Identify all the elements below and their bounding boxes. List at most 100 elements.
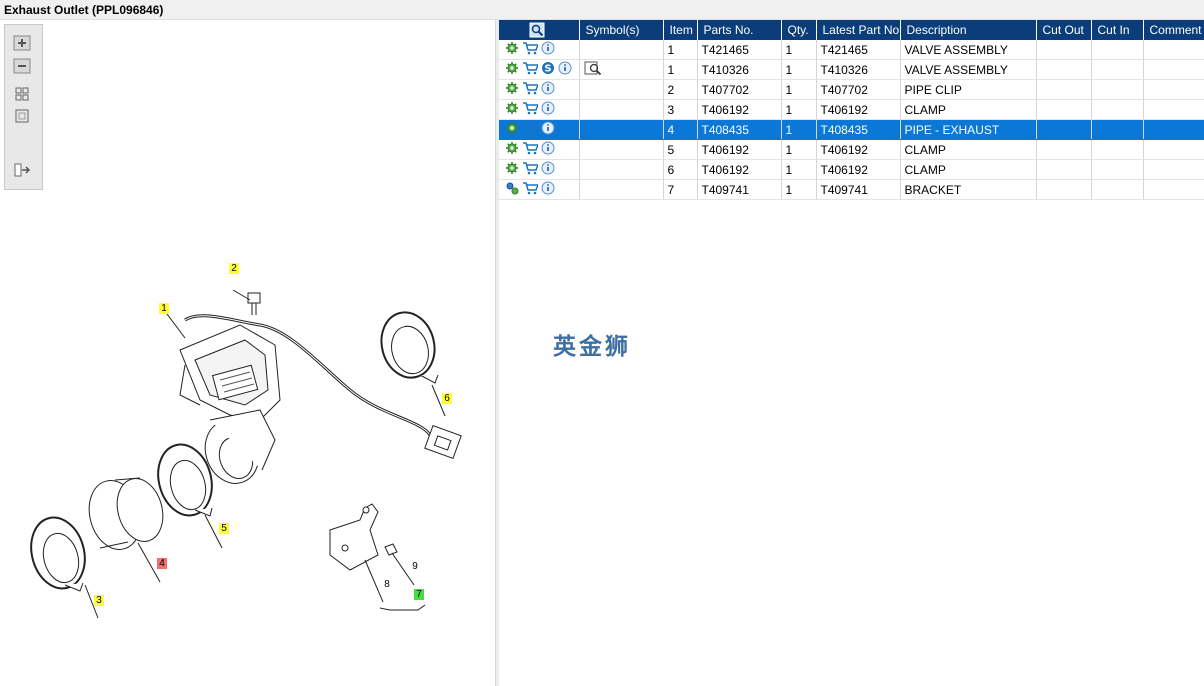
item-cell: 2: [663, 79, 698, 100]
column-header-latest-part-no[interactable]: Latest Part No.: [816, 20, 901, 40]
row-actions-cell: [499, 79, 580, 100]
symbols-cell: [579, 119, 664, 140]
supersession-icon[interactable]: S: [541, 61, 555, 78]
cut-in-cell: [1091, 139, 1144, 160]
cut-out-cell: [1036, 139, 1092, 160]
column-header-cut-in[interactable]: Cut In: [1091, 20, 1144, 40]
gear-icon[interactable]: [505, 101, 519, 118]
cut-out-cell: [1036, 40, 1092, 60]
column-header-search[interactable]: [499, 20, 580, 40]
cart-icon[interactable]: [522, 101, 540, 118]
parts-table: Symbol(s) Item Parts No. Qty. Latest Par…: [499, 20, 1204, 200]
symbols-cell: [579, 59, 664, 80]
cart-icon[interactable]: [522, 141, 540, 158]
gear-icon[interactable]: [505, 141, 519, 158]
info-icon[interactable]: [541, 121, 555, 138]
symbols-cell: [579, 159, 664, 180]
callout-5[interactable]: 5: [219, 523, 229, 534]
cut-in-cell: [1091, 59, 1144, 80]
parts-no-cell: T406192: [697, 99, 782, 120]
qty-cell: 1: [781, 40, 817, 60]
column-header-cut-out[interactable]: Cut Out: [1036, 20, 1092, 40]
cart-icon[interactable]: [522, 81, 540, 98]
gear-icon[interactable]: [505, 121, 519, 138]
gear-icon[interactable]: [505, 81, 519, 98]
info-icon[interactable]: [541, 181, 555, 198]
info-icon[interactable]: [541, 101, 555, 118]
parts-no-cell: T407702: [697, 79, 782, 100]
cut-in-cell: [1091, 99, 1144, 120]
column-header-qty[interactable]: Qty.: [781, 20, 817, 40]
column-header-comment[interactable]: Comment: [1143, 20, 1204, 40]
callout-7[interactable]: 7: [414, 589, 424, 600]
latest-part-no-cell: T409741: [816, 179, 901, 200]
column-header-parts-no[interactable]: Parts No.: [697, 20, 782, 40]
parts-no-cell: T408435: [697, 119, 782, 140]
gear-icon[interactable]: [505, 41, 519, 58]
comment-cell: [1143, 179, 1204, 200]
callout-6[interactable]: 6: [442, 393, 452, 404]
item-cell: 5: [663, 139, 698, 160]
column-header-description[interactable]: Description: [900, 20, 1037, 40]
latest-part-no-cell: T406192: [816, 159, 901, 180]
latest-part-no-cell: T406192: [816, 99, 901, 120]
info-icon[interactable]: [541, 161, 555, 178]
cut-in-cell: [1091, 159, 1144, 180]
comment-cell: [1143, 159, 1204, 180]
table-row[interactable]: 7 T409741 1 T409741 BRACKET: [499, 179, 1204, 200]
qty-cell: 1: [781, 139, 817, 160]
callout-1[interactable]: 1: [159, 303, 169, 314]
column-header-item[interactable]: Item: [663, 20, 698, 40]
symbols-cell: [579, 99, 664, 120]
table-row[interactable]: 2 T407702 1 T407702 PIPE CLIP: [499, 79, 1204, 100]
parts-no-cell: T421465: [697, 40, 782, 60]
window-title-bar: Exhaust Outlet (PPL096846): [0, 0, 1204, 20]
callout-8: 8: [384, 579, 390, 590]
cut-out-cell: [1036, 99, 1092, 120]
qty-cell: 1: [781, 99, 817, 120]
gear-icon[interactable]: [505, 61, 519, 78]
gears-icon[interactable]: [505, 181, 519, 198]
cart-icon[interactable]: [522, 161, 540, 178]
cart-icon[interactable]: [522, 41, 540, 58]
qty-cell: 1: [781, 159, 817, 180]
description-cell: VALVE ASSEMBLY: [900, 40, 1037, 60]
info-icon[interactable]: [541, 141, 555, 158]
cut-out-cell: [1036, 59, 1092, 80]
callout-2[interactable]: 2: [229, 263, 239, 274]
row-actions-cell: [499, 119, 580, 140]
row-actions-cell: [499, 99, 580, 120]
latest-part-no-cell: T407702: [816, 79, 901, 100]
table-row[interactable]: S 1 T410326 1 T410326 VALVE ASSEMBLY: [499, 59, 1204, 80]
callout-9: 9: [412, 561, 418, 572]
cart-icon[interactable]: [522, 181, 540, 198]
info-icon[interactable]: [558, 61, 572, 78]
cart-icon[interactable]: [522, 61, 540, 78]
item-cell: 4: [663, 119, 698, 140]
description-cell: PIPE CLIP: [900, 79, 1037, 100]
cut-out-cell: [1036, 79, 1092, 100]
table-row[interactable]: 6 T406192 1 T406192 CLAMP: [499, 159, 1204, 180]
column-header-symbols[interactable]: Symbol(s): [579, 20, 664, 40]
gear-icon[interactable]: [505, 161, 519, 178]
info-icon[interactable]: [541, 41, 555, 58]
parts-no-cell: T410326: [697, 59, 782, 80]
cart-icon[interactable]: [522, 121, 540, 138]
info-icon[interactable]: [541, 81, 555, 98]
symbols-cell: [579, 40, 664, 60]
row-actions-cell: [499, 40, 580, 60]
callout-4[interactable]: 4: [157, 558, 167, 569]
description-cell: BRACKET: [900, 179, 1037, 200]
symbol-view-icon[interactable]: [584, 60, 602, 79]
item-cell: 1: [663, 40, 698, 60]
comment-cell: [1143, 40, 1204, 60]
watermark: 英金狮: [553, 334, 631, 360]
item-cell: 1: [663, 59, 698, 80]
table-row[interactable]: 1 T421465 1 T421465 VALVE ASSEMBLY: [499, 40, 1204, 60]
svg-text:S: S: [544, 64, 551, 75]
table-row[interactable]: 5 T406192 1 T406192 CLAMP: [499, 139, 1204, 160]
table-row[interactable]: 4 T408435 1 T408435 PIPE - EXHAUST: [499, 119, 1204, 140]
description-cell: PIPE - EXHAUST: [900, 119, 1037, 140]
table-row[interactable]: 3 T406192 1 T406192 CLAMP: [499, 99, 1204, 120]
callout-3[interactable]: 3: [94, 595, 104, 606]
